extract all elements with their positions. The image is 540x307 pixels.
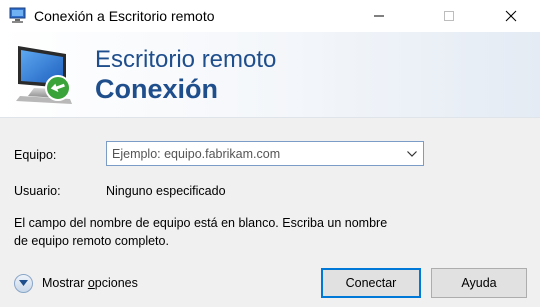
header-banner: Escritorio remoto Conexión <box>0 32 540 118</box>
user-value: Ninguno especificado <box>106 184 226 198</box>
computer-label: Equipo: <box>14 148 57 162</box>
maximize-button[interactable] <box>426 0 472 32</box>
chevron-down-icon <box>407 151 417 157</box>
user-label: Usuario: <box>14 184 61 198</box>
remote-desktop-monitor-icon <box>16 46 72 104</box>
minimize-icon <box>374 15 384 17</box>
close-icon <box>505 10 517 22</box>
close-button[interactable] <box>488 0 534 32</box>
banner-title-line2: Conexión <box>95 74 219 104</box>
computer-combobox[interactable] <box>106 141 424 166</box>
computer-dropdown-button[interactable] <box>404 146 420 162</box>
banner-title-line1: Escritorio remoto <box>95 46 277 73</box>
remote-desktop-app-icon <box>9 7 26 23</box>
maximize-icon <box>444 11 454 21</box>
expand-icon <box>14 273 33 293</box>
title-bar: Conexión a Escritorio remoto <box>0 0 540 32</box>
connect-button[interactable]: Conectar <box>321 268 421 298</box>
window-title: Conexión a Escritorio remoto <box>34 8 215 24</box>
show-options-label: Mostrar opciones <box>42 276 138 290</box>
validation-message: El campo del nombre de equipo está en bl… <box>14 216 388 248</box>
help-button[interactable]: Ayuda <box>431 268 527 298</box>
minimize-button[interactable] <box>356 0 402 32</box>
computer-input[interactable] <box>107 142 397 165</box>
show-options-toggle[interactable]: Mostrar opciones <box>14 273 138 293</box>
